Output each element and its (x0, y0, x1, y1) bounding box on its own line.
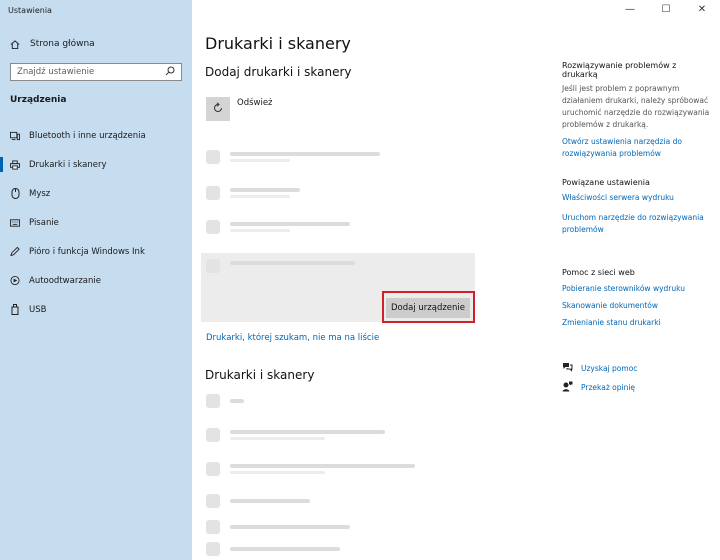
help-link-drivers[interactable]: Pobieranie sterowników wydruku (562, 283, 712, 295)
installed-printer[interactable] (206, 490, 446, 512)
bluetooth-devices-icon (10, 131, 20, 141)
troubleshoot-text: Jeśli jest problem z poprawnym działanie… (562, 84, 710, 129)
refresh-label: Odśwież (237, 98, 273, 108)
blurred-text (230, 152, 380, 162)
refresh-button[interactable] (206, 97, 230, 121)
sidebar-item-autoplay[interactable]: Autoodtwarzanie (0, 266, 192, 295)
discovered-device[interactable] (206, 216, 446, 238)
printer-icon (206, 462, 220, 476)
help-link-status[interactable]: Zmienianie stanu drukarki (562, 317, 712, 329)
troubleshoot-panel: Rozwiązywanie problemów z drukarką Jeśli… (562, 61, 712, 160)
sidebar-item-pen[interactable]: Pióro i funkcja Windows Ink (0, 237, 192, 266)
printer-icon (206, 428, 220, 442)
web-help: Pomoc z sieci web Pobieranie sterowników… (562, 268, 712, 329)
sidebar-item-label: Pisanie (29, 217, 59, 228)
related-settings: Powiązane ustawienia Właściwości serwera… (562, 178, 712, 236)
usb-icon (10, 304, 20, 315)
search-box[interactable] (10, 63, 182, 81)
search-icon[interactable] (165, 66, 175, 79)
printer-icon (206, 186, 220, 200)
discovered-device[interactable] (206, 146, 446, 168)
sidebar-item-usb[interactable]: USB (0, 295, 192, 324)
blurred-text (230, 464, 415, 474)
sidebar-item-mouse[interactable]: Mysz (0, 179, 192, 208)
installed-printer[interactable] (206, 538, 446, 560)
blurred-text (230, 430, 385, 440)
blurred-text (230, 222, 350, 232)
discovered-device (206, 255, 446, 277)
add-device-button[interactable]: Dodaj urządzenie (386, 298, 470, 318)
sidebar-item-label: Drukarki i skanery (29, 159, 107, 170)
installed-printer[interactable] (206, 424, 446, 446)
feedback-link[interactable]: Przekaż opinię (581, 382, 635, 394)
feedback-row[interactable]: Przekaż opinię (562, 381, 712, 395)
help-link-scanning[interactable]: Skanowanie dokumentów (562, 300, 712, 312)
print-server-link[interactable]: Właściwości serwera wydruku (562, 192, 712, 204)
installed-printer[interactable] (206, 516, 446, 538)
sidebar-item-label: Autoodtwarzanie (29, 275, 101, 286)
sidebar-item-label: USB (29, 304, 47, 315)
sidebar: Ustawienia Strona główna Urządzenia Blue… (0, 0, 192, 560)
printer-icon (206, 520, 220, 534)
nav-home[interactable]: Strona główna (10, 36, 182, 52)
mouse-icon (10, 188, 20, 199)
printer-icon (10, 159, 20, 170)
feedback-icon (562, 381, 573, 395)
sidebar-item-printers[interactable]: Drukarki i skanery (0, 150, 192, 179)
get-help-row[interactable]: Uzyskaj pomoc (562, 362, 712, 375)
related-title: Powiązane ustawienia (562, 178, 650, 187)
nav-home-label: Strona główna (30, 39, 95, 49)
blurred-text (230, 499, 310, 503)
printer-icon (206, 259, 220, 273)
printer-icon (206, 394, 220, 408)
printer-not-listed-link[interactable]: Drukarki, której szukam, nie ma na liści… (206, 333, 379, 343)
page-title: Drukarki i skanery (205, 34, 351, 53)
discovered-device[interactable] (206, 182, 446, 204)
blurred-text (230, 525, 350, 529)
main-content: Drukarki i skanery Dodaj drukarki i skan… (192, 0, 720, 560)
printer-icon (206, 150, 220, 164)
blurred-text (230, 188, 300, 198)
printer-icon (206, 494, 220, 508)
troubleshoot-title: Rozwiązywanie problemów z drukarką (562, 61, 677, 79)
printer-icon (206, 542, 220, 556)
sidebar-item-label: Mysz (29, 188, 51, 199)
sidebar-nav: Bluetooth i inne urządzenia Drukarki i s… (0, 121, 192, 324)
web-help-title: Pomoc z sieci web (562, 268, 635, 277)
troubleshoot-link[interactable]: Otwórz ustawienia narzędzia do rozwiązyw… (562, 136, 712, 160)
blurred-text (230, 547, 340, 551)
sidebar-item-bluetooth[interactable]: Bluetooth i inne urządzenia (0, 121, 192, 150)
home-icon (10, 39, 20, 49)
blurred-text (230, 399, 244, 403)
app-title: Ustawienia (8, 6, 52, 15)
run-troubleshooter-link[interactable]: Uruchom narzędzie do rozwiązywania probl… (562, 212, 712, 236)
pen-icon (10, 246, 20, 257)
sidebar-item-label: Bluetooth i inne urządzenia (29, 130, 146, 141)
autoplay-icon (10, 275, 20, 286)
add-section-title: Dodaj drukarki i skanery (205, 65, 352, 79)
keyboard-icon (10, 218, 20, 228)
sidebar-section-title: Urządzenia (10, 95, 67, 105)
blurred-text (230, 261, 355, 271)
installed-printer[interactable] (206, 458, 446, 480)
installed-printer[interactable] (206, 390, 446, 412)
sidebar-item-typing[interactable]: Pisanie (0, 208, 192, 237)
chat-help-icon (562, 362, 573, 375)
printer-icon (206, 220, 220, 234)
printers-section-title: Drukarki i skanery (205, 368, 315, 382)
get-help-link[interactable]: Uzyskaj pomoc (581, 363, 637, 375)
search-input[interactable] (17, 67, 157, 77)
sidebar-item-label: Pióro i funkcja Windows Ink (29, 246, 145, 257)
refresh-icon (212, 101, 224, 117)
